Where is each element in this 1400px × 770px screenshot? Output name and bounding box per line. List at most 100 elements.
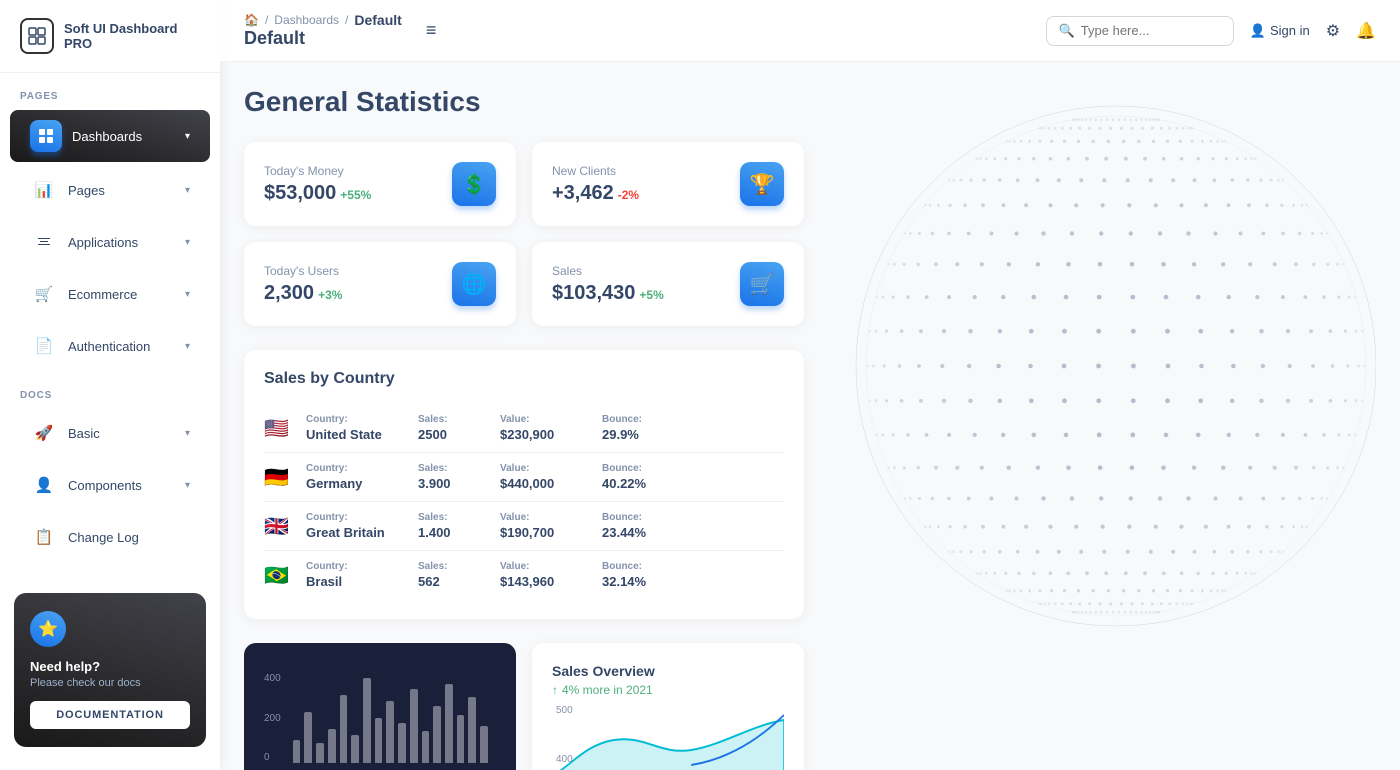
money-change: +55%: [340, 188, 371, 202]
sidebar-item-ecommerce-label: Ecommerce: [68, 287, 137, 302]
sidebar-item-pages-label: Pages: [68, 183, 105, 198]
bounce-col: Bounce: 23.44%: [602, 512, 682, 540]
bar: [375, 718, 383, 763]
help-subtitle: Please check our docs: [30, 677, 190, 689]
sidebar-item-applications-label: Applications: [68, 235, 138, 250]
sidebar-item-basic-label: Basic: [68, 426, 100, 441]
search-input[interactable]: [1081, 23, 1221, 38]
value-col: Value: $440,000: [500, 463, 590, 491]
sales-col: Sales: 3.900: [418, 463, 488, 491]
sidebar-item-authentication[interactable]: 📄 Authentication ▾: [10, 322, 210, 370]
sidebar-item-changelog[interactable]: 📋 Change Log: [10, 513, 210, 561]
trend-up-icon: ↑: [552, 683, 558, 697]
breadcrumb-current: Default: [354, 12, 401, 28]
stat-card-sales: Sales $103,430 +5% 🛒: [532, 242, 804, 326]
sales-change: +5%: [639, 288, 663, 302]
table-row: 🇬🇧 Country: Great Britain Sales: 1.400 V…: [264, 502, 784, 551]
sidebar-item-authentication-label: Authentication: [68, 339, 150, 354]
basic-chevron: ▾: [185, 428, 190, 439]
help-star-icon: ⭐: [30, 611, 66, 647]
sales-by-country-card: Sales by Country 🇺🇸 Country: United Stat…: [244, 350, 804, 619]
country-col: Country: Germany: [306, 463, 406, 491]
docs-section-label: DOCS: [0, 372, 220, 407]
sales-overview-card: Sales Overview ↑ 4% more in 2021: [532, 643, 804, 770]
bar: [433, 706, 441, 763]
sidebar-item-pages[interactable]: 📊 Pages ▾: [10, 166, 210, 214]
sidebar-item-ecommerce[interactable]: 🛒 Ecommerce ▾: [10, 270, 210, 318]
table-row: 🇺🇸 Country: United State Sales: 2500 Val…: [264, 404, 784, 453]
dashboards-chevron: ▾: [185, 131, 190, 142]
hamburger-menu[interactable]: ≡: [426, 20, 437, 41]
components-chevron: ▾: [185, 480, 190, 491]
country-rows: 🇺🇸 Country: United State Sales: 2500 Val…: [264, 404, 784, 599]
y-label-0: 0: [264, 752, 281, 763]
y-label-400: 400: [264, 673, 281, 684]
brand-name: Soft UI Dashboard PRO: [64, 21, 200, 51]
stat-card-money: Today's Money $53,000 +55% 💲: [244, 142, 516, 226]
sales-col: Sales: 562: [418, 561, 488, 589]
users-label: Today's Users: [264, 264, 342, 278]
bar: [445, 684, 453, 763]
table-row: 🇩🇪 Country: Germany Sales: 3.900 Value: …: [264, 453, 784, 502]
bounce-col: Bounce: 40.22%: [602, 463, 682, 491]
bar: [351, 735, 359, 763]
y-label-200: 200: [264, 713, 281, 724]
clients-label: New Clients: [552, 164, 639, 178]
sidebar-item-dashboards[interactable]: Dashboards ▾: [10, 110, 210, 162]
brand-icon: [20, 18, 54, 54]
sidebar-item-applications[interactable]: Applications ▾: [10, 218, 210, 266]
value-col: Value: $230,900: [500, 414, 590, 442]
table-row: 🇧🇷 Country: Brasil Sales: 562 Value: $14…: [264, 551, 784, 599]
search-icon: 🔍: [1059, 23, 1075, 39]
money-icon: 💲: [452, 162, 496, 206]
help-card: ⭐ Need help? Please check our docs DOCUM…: [14, 593, 206, 747]
settings-icon[interactable]: ⚙: [1326, 21, 1340, 41]
content-inner: General Statistics Today's Money $53,000…: [244, 86, 1376, 770]
sales-col: Sales: 1.400: [418, 512, 488, 540]
home-icon[interactable]: 🏠: [244, 13, 259, 27]
value-col: Value: $143,960: [500, 561, 590, 589]
sidebar-item-basic[interactable]: 🚀 Basic ▾: [10, 409, 210, 457]
ecommerce-icon: 🛒: [30, 280, 58, 308]
changelog-icon: 📋: [30, 523, 58, 551]
charts-row: 400 200 0 Sales Overview ↑ 4% more in 20…: [244, 643, 804, 770]
money-label: Today's Money: [264, 164, 371, 178]
sidebar-item-components[interactable]: 👤 Components ▾: [10, 461, 210, 509]
applications-icon: [30, 228, 58, 256]
basic-icon: 🚀: [30, 419, 58, 447]
brand: Soft UI Dashboard PRO: [0, 0, 220, 73]
breadcrumb-sep2: /: [345, 13, 348, 27]
topbar: 🏠 / Dashboards / Default Default ≡ 🔍 👤 S…: [220, 0, 1400, 62]
bar: [422, 731, 430, 763]
pages-chevron: ▾: [185, 185, 190, 196]
country-col: Country: United State: [306, 414, 406, 442]
applications-chevron: ▾: [185, 237, 190, 248]
users-icon: 🌐: [452, 262, 496, 306]
search-box[interactable]: 🔍: [1046, 16, 1234, 46]
authentication-chevron: ▾: [185, 341, 190, 352]
clients-value: +3,462: [552, 182, 614, 205]
country-flag: 🇬🇧: [264, 514, 294, 539]
bar-chart-card: 400 200 0: [244, 643, 516, 770]
authentication-icon: 📄: [30, 332, 58, 360]
page-title-topbar: Default: [244, 28, 402, 49]
sales-by-country-title: Sales by Country: [264, 370, 784, 388]
bounce-col: Bounce: 32.14%: [602, 561, 682, 589]
sales-col: Sales: 2500: [418, 414, 488, 442]
country-col: Country: Great Britain: [306, 512, 406, 540]
bar: [480, 726, 488, 763]
documentation-button[interactable]: DOCUMENTATION: [30, 701, 190, 729]
sales-overview-subtitle: 4% more in 2021: [562, 683, 653, 697]
sidebar-item-changelog-label: Change Log: [68, 530, 139, 545]
breadcrumb: 🏠 / Dashboards / Default: [244, 12, 402, 28]
user-icon: 👤: [1250, 23, 1266, 39]
breadcrumb-section[interactable]: Dashboards: [274, 13, 339, 27]
topbar-right: 🔍 👤 Sign in ⚙ 🔔: [1046, 16, 1376, 46]
pages-section-label: PAGES: [0, 73, 220, 108]
clients-change: -2%: [618, 188, 639, 202]
notification-icon[interactable]: 🔔: [1356, 21, 1376, 41]
breadcrumb-sep1: /: [265, 13, 268, 27]
signin-button[interactable]: 👤 Sign in: [1250, 23, 1310, 39]
clients-icon: 🏆: [740, 162, 784, 206]
sales-overview-title: Sales Overview: [552, 663, 784, 679]
